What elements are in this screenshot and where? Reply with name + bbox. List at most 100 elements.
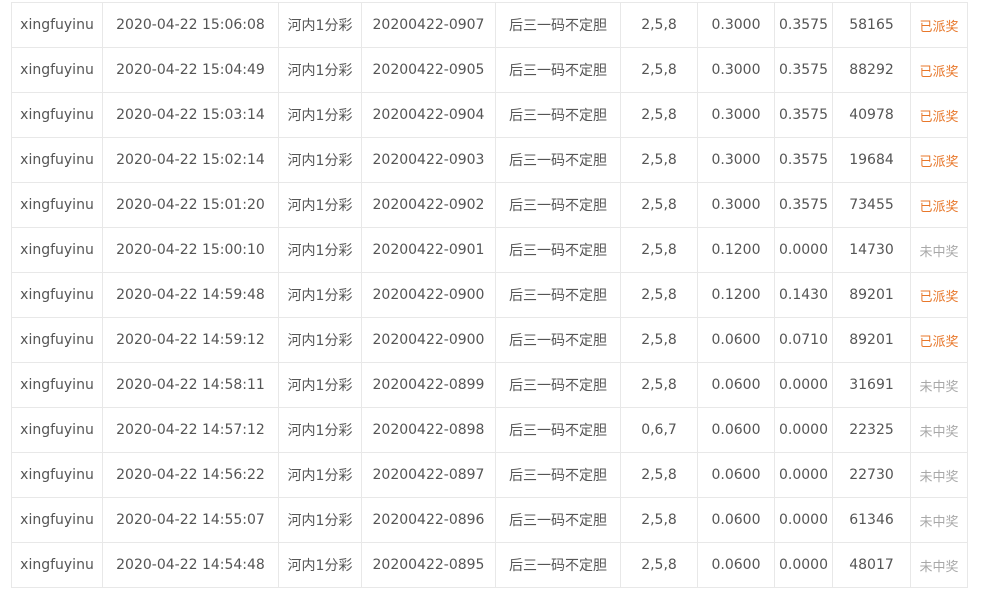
order-id-cell: 88292 [832,47,911,93]
lottery-name-cell: 河内1分彩 [278,137,362,183]
bet-time-cell: 2020-04-22 15:02:14 [102,137,279,183]
status-badge: 已派奖 [910,92,968,138]
username-cell: xingfuyinu [11,542,103,588]
bet-amount-cell: 0.3000 [697,182,775,228]
bet-numbers-cell: 2,5,8 [620,497,698,543]
table-row[interactable]: xingfuyinu 2020-04-22 14:59:48 河内1分彩 202… [11,272,968,318]
username-cell: xingfuyinu [11,407,103,453]
bet-time-cell: 2020-04-22 14:57:12 [102,407,279,453]
table-row[interactable]: xingfuyinu 2020-04-22 14:59:12 河内1分彩 202… [11,317,968,363]
status-badge: 未中奖 [910,362,968,408]
play-type-cell: 后三一码不定胆 [495,497,621,543]
table-row[interactable]: xingfuyinu 2020-04-22 15:03:14 河内1分彩 202… [11,92,968,138]
table-row[interactable]: xingfuyinu 2020-04-22 14:56:22 河内1分彩 202… [11,452,968,498]
issue-number-cell: 20200422-0898 [361,407,496,453]
bet-numbers-cell: 2,5,8 [620,542,698,588]
username-cell: xingfuyinu [11,92,103,138]
bet-numbers-cell: 2,5,8 [620,182,698,228]
status-badge: 未中奖 [910,497,968,543]
status-badge: 未中奖 [910,452,968,498]
order-id-cell: 22730 [832,452,911,498]
table-row[interactable]: xingfuyinu 2020-04-22 14:54:48 河内1分彩 202… [11,542,968,588]
prize-amount-cell: 0.1430 [774,272,833,318]
prize-amount-cell: 0.0000 [774,227,833,273]
lottery-name-cell: 河内1分彩 [278,182,362,228]
issue-number-cell: 20200422-0896 [361,497,496,543]
lottery-name-cell: 河内1分彩 [278,272,362,318]
bet-numbers-cell: 2,5,8 [620,452,698,498]
bet-time-cell: 2020-04-22 15:00:10 [102,227,279,273]
bet-amount-cell: 0.0600 [697,317,775,363]
lottery-name-cell: 河内1分彩 [278,2,362,48]
bet-numbers-cell: 2,5,8 [620,47,698,93]
prize-amount-cell: 0.3575 [774,47,833,93]
play-type-cell: 后三一码不定胆 [495,47,621,93]
table-row[interactable]: xingfuyinu 2020-04-22 15:01:20 河内1分彩 202… [11,182,968,228]
bet-time-cell: 2020-04-22 14:59:48 [102,272,279,318]
username-cell: xingfuyinu [11,452,103,498]
table-row[interactable]: xingfuyinu 2020-04-22 15:04:49 河内1分彩 202… [11,47,968,93]
prize-amount-cell: 0.0000 [774,407,833,453]
play-type-cell: 后三一码不定胆 [495,2,621,48]
order-id-cell: 89201 [832,317,911,363]
issue-number-cell: 20200422-0895 [361,542,496,588]
bet-time-cell: 2020-04-22 14:58:11 [102,362,279,408]
bet-amount-cell: 0.3000 [697,137,775,183]
prize-amount-cell: 0.0000 [774,542,833,588]
lottery-name-cell: 河内1分彩 [278,227,362,273]
table-row[interactable]: xingfuyinu 2020-04-22 14:55:07 河内1分彩 202… [11,497,968,543]
status-badge: 已派奖 [910,272,968,318]
issue-number-cell: 20200422-0899 [361,362,496,408]
status-badge: 未中奖 [910,542,968,588]
issue-number-cell: 20200422-0902 [361,182,496,228]
table-row[interactable]: xingfuyinu 2020-04-22 14:58:11 河内1分彩 202… [11,362,968,408]
status-badge: 已派奖 [910,182,968,228]
issue-number-cell: 20200422-0907 [361,2,496,48]
status-badge: 已派奖 [910,47,968,93]
play-type-cell: 后三一码不定胆 [495,227,621,273]
status-badge: 已派奖 [910,317,968,363]
bet-time-cell: 2020-04-22 15:03:14 [102,92,279,138]
play-type-cell: 后三一码不定胆 [495,317,621,363]
bet-time-cell: 2020-04-22 14:55:07 [102,497,279,543]
prize-amount-cell: 0.3575 [774,2,833,48]
lottery-name-cell: 河内1分彩 [278,92,362,138]
play-type-cell: 后三一码不定胆 [495,452,621,498]
lottery-name-cell: 河内1分彩 [278,542,362,588]
table-row[interactable]: xingfuyinu 2020-04-22 15:02:14 河内1分彩 202… [11,137,968,183]
order-id-cell: 14730 [832,227,911,273]
order-id-cell: 58165 [832,2,911,48]
table-row[interactable]: xingfuyinu 2020-04-22 15:06:08 河内1分彩 202… [11,2,968,48]
prize-amount-cell: 0.0000 [774,497,833,543]
prize-amount-cell: 0.3575 [774,92,833,138]
username-cell: xingfuyinu [11,182,103,228]
username-cell: xingfuyinu [11,47,103,93]
issue-number-cell: 20200422-0897 [361,452,496,498]
bet-time-cell: 2020-04-22 14:54:48 [102,542,279,588]
play-type-cell: 后三一码不定胆 [495,407,621,453]
play-type-cell: 后三一码不定胆 [495,137,621,183]
bet-amount-cell: 0.3000 [697,92,775,138]
bet-amount-cell: 0.0600 [697,542,775,588]
table-bottom-border [11,587,967,588]
order-id-cell: 19684 [832,137,911,183]
bet-amount-cell: 0.0600 [697,497,775,543]
play-type-cell: 后三一码不定胆 [495,542,621,588]
lottery-name-cell: 河内1分彩 [278,317,362,363]
lottery-name-cell: 河内1分彩 [278,497,362,543]
bet-numbers-cell: 2,5,8 [620,137,698,183]
status-badge: 未中奖 [910,227,968,273]
table-row[interactable]: xingfuyinu 2020-04-22 14:57:12 河内1分彩 202… [11,407,968,453]
bet-time-cell: 2020-04-22 14:56:22 [102,452,279,498]
bet-time-cell: 2020-04-22 15:01:20 [102,182,279,228]
username-cell: xingfuyinu [11,362,103,408]
prize-amount-cell: 0.0710 [774,317,833,363]
bet-amount-cell: 0.0600 [697,362,775,408]
table-row[interactable]: xingfuyinu 2020-04-22 15:00:10 河内1分彩 202… [11,227,968,273]
bet-amount-cell: 0.0600 [697,452,775,498]
bet-amount-cell: 0.1200 [697,227,775,273]
prize-amount-cell: 0.0000 [774,452,833,498]
issue-number-cell: 20200422-0900 [361,272,496,318]
bet-time-cell: 2020-04-22 15:06:08 [102,2,279,48]
status-badge: 已派奖 [910,137,968,183]
